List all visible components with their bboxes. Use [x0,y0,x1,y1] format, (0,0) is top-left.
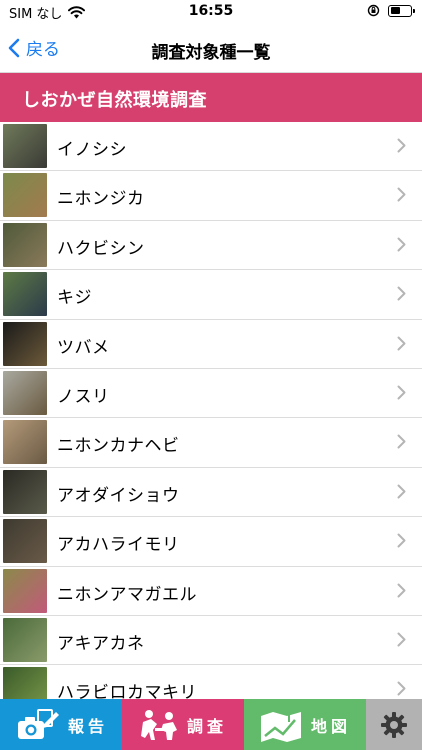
species-name: ハラビロカマキリ [57,683,197,699]
camera-report-icon [17,708,59,739]
status-right [367,4,415,17]
species-thumbnail [3,370,47,415]
orientation-lock-icon [367,4,380,17]
chevron-right-icon [397,385,406,400]
species-list: イノシシニホンジカハクビシンキジツバメノスリニホンカナヘビ アオダイショウ アカハラ… [0,122,422,699]
species-name: アオダイショウ [57,485,180,506]
tab-map[interactable]: 地図 [244,699,366,750]
page-title: 調査対象種一覧 [151,43,271,63]
survey-people-icon [140,709,177,740]
chevron-right-icon [397,336,406,351]
species-name: アカハライモリ [57,535,180,556]
species-thumbnail [3,272,47,317]
species-row[interactable]: ニホンカナヘビ [0,418,422,468]
chevron-right-icon [397,583,406,598]
chevron-right-icon [397,286,406,301]
species-thumbnail [3,173,47,218]
species-name: アキアカネ [57,633,145,654]
map-icon [260,709,301,742]
species-row[interactable]: ハラビロカマキリ [0,665,422,699]
species-thumbnail [3,124,47,168]
species-name: ニホンジカ [57,189,145,210]
gear-icon [381,711,407,738]
status-time: 16:55 [188,3,234,19]
species-thumbnail [3,519,47,564]
chevron-right-icon [397,533,406,548]
species-row[interactable]: ツバメ [0,320,422,369]
chevron-right-icon [397,138,406,153]
chevron-right-icon [397,484,406,499]
species-row[interactable]: アオダイショウ [0,468,422,518]
species-row[interactable]: ノスリ [0,369,422,419]
tab-report[interactable]: 報告 [0,699,122,750]
species-name: ノスリ [57,386,110,407]
navigation-bar: 戻る 調査対象種一覧 [0,26,422,73]
chevron-right-icon [397,632,406,647]
tab-survey[interactable]: 調査 [122,699,244,750]
chevron-right-icon [397,187,406,202]
species-thumbnail [3,568,47,613]
species-name: ニホンカナヘビ [57,436,180,457]
species-thumbnail [3,667,47,699]
section-title: しおかぜ自然環境調査 [22,90,207,111]
status-bar: SIM なし 16:55 [0,0,422,26]
species-name: イノシシ [57,140,127,160]
chevron-right-icon [397,681,406,696]
species-row[interactable]: ニホンジカ [0,171,422,221]
species-name: キジ [57,288,92,309]
species-row[interactable]: ニホンアマガエル [0,567,422,616]
tab-settings[interactable] [366,699,422,750]
species-name: ツバメ [57,337,110,358]
battery-icon [388,4,415,17]
species-row[interactable]: キジ [0,270,422,320]
species-thumbnail [3,469,47,514]
chevron-right-icon [397,237,406,252]
chevron-right-icon [397,434,406,449]
section-header: しおかぜ自然環境調査 [0,73,422,122]
tab-map-label: 地図 [310,716,351,736]
battery-level-fill [390,7,400,14]
species-name: ニホンアマガエル [57,584,197,605]
species-row[interactable]: イノシシ [0,122,422,172]
species-row[interactable]: アカハライモリ [0,517,422,567]
tab-bar: 報告 調査 地図 [0,699,422,750]
species-thumbnail [3,420,47,465]
species-name: ハクビシン [57,238,145,259]
species-row[interactable]: アキアカネ [0,616,422,666]
tab-survey-label: 調査 [186,716,227,736]
species-thumbnail [3,617,47,662]
tab-report-label: 報告 [67,716,108,736]
species-thumbnail [3,321,47,366]
species-thumbnail [3,222,47,267]
species-row[interactable]: ハクビシン [0,221,422,271]
